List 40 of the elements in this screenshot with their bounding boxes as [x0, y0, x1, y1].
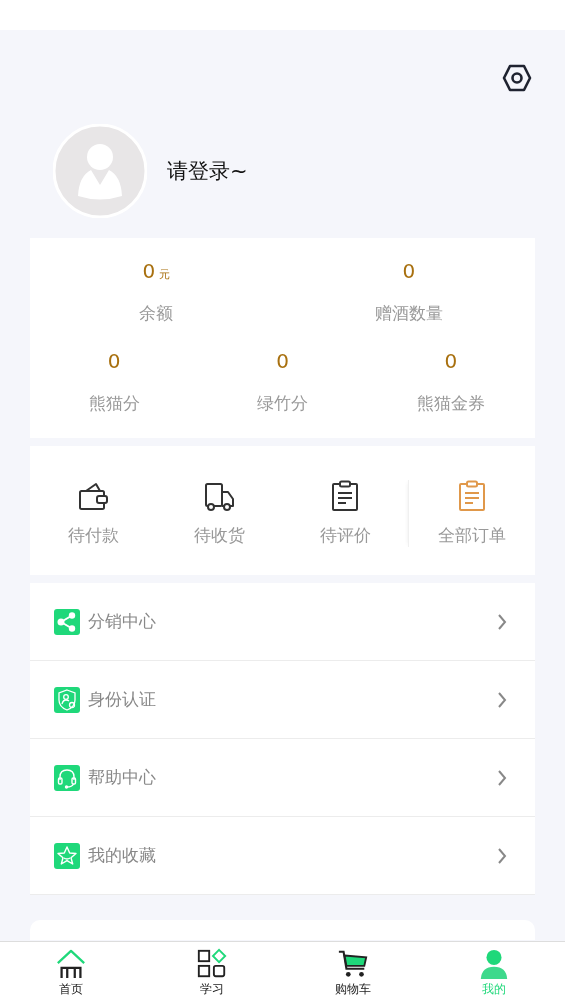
stat-value: 0 — [142, 258, 156, 285]
chevron-icon — [497, 612, 507, 631]
order-label[interactable]: 待付款 — [67, 524, 119, 547]
menu-item[interactable]: 分销中心 — [30, 583, 535, 661]
order-label[interactable]: 待收货 — [193, 524, 245, 547]
menu-item[interactable]: 身份认证 — [30, 661, 535, 739]
tab[interactable]: 购物车 — [282, 942, 424, 1004]
stat-label[interactable]: 赠酒数量 — [374, 298, 443, 328]
menu-label: 身份认证 — [88, 688, 157, 711]
menu-label: 帮助中心 — [88, 766, 157, 789]
wallet-icon[interactable] — [77, 480, 109, 512]
stat-value: 0 — [276, 348, 289, 375]
chevron-icon — [497, 768, 507, 787]
menu-item[interactable]: 帮助中心 — [30, 739, 535, 817]
tab[interactable]: 首页 — [0, 942, 142, 1004]
stat-label[interactable]: 绿竹分 — [257, 388, 308, 418]
stat-label[interactable]: 余额 — [139, 298, 174, 328]
stat-unit: 元 — [159, 267, 171, 283]
shield-icon — [54, 686, 80, 713]
chevron-icon — [497, 690, 507, 709]
clipboard-icon[interactable] — [329, 480, 361, 512]
headset-icon — [54, 764, 80, 791]
order-label[interactable]: 待评价 — [319, 524, 371, 547]
menu-label: 分销中心 — [88, 610, 157, 633]
stat-value: 0 — [444, 348, 458, 375]
stat-value: 0 — [402, 258, 416, 285]
tab[interactable]: 学习 — [141, 942, 283, 1004]
share-icon — [54, 608, 80, 635]
truck-icon[interactable] — [203, 480, 235, 512]
settings-icon[interactable] — [502, 64, 532, 92]
menu-item[interactable]: 我的收藏 — [30, 817, 535, 895]
order-label[interactable]: 全部订单 — [438, 524, 506, 547]
chevron-icon — [497, 846, 507, 865]
menu-label: 我的收藏 — [88, 844, 157, 867]
stat-label[interactable]: 熊猫分 — [88, 388, 140, 418]
login-prompt[interactable]: 请登录~ — [167, 157, 248, 185]
stat-label[interactable]: 熊猫金券 — [416, 388, 485, 418]
clipboard-icon[interactable] — [456, 480, 488, 512]
tab[interactable]: 我的 — [423, 942, 565, 1004]
stat-value: 0 — [107, 348, 121, 375]
